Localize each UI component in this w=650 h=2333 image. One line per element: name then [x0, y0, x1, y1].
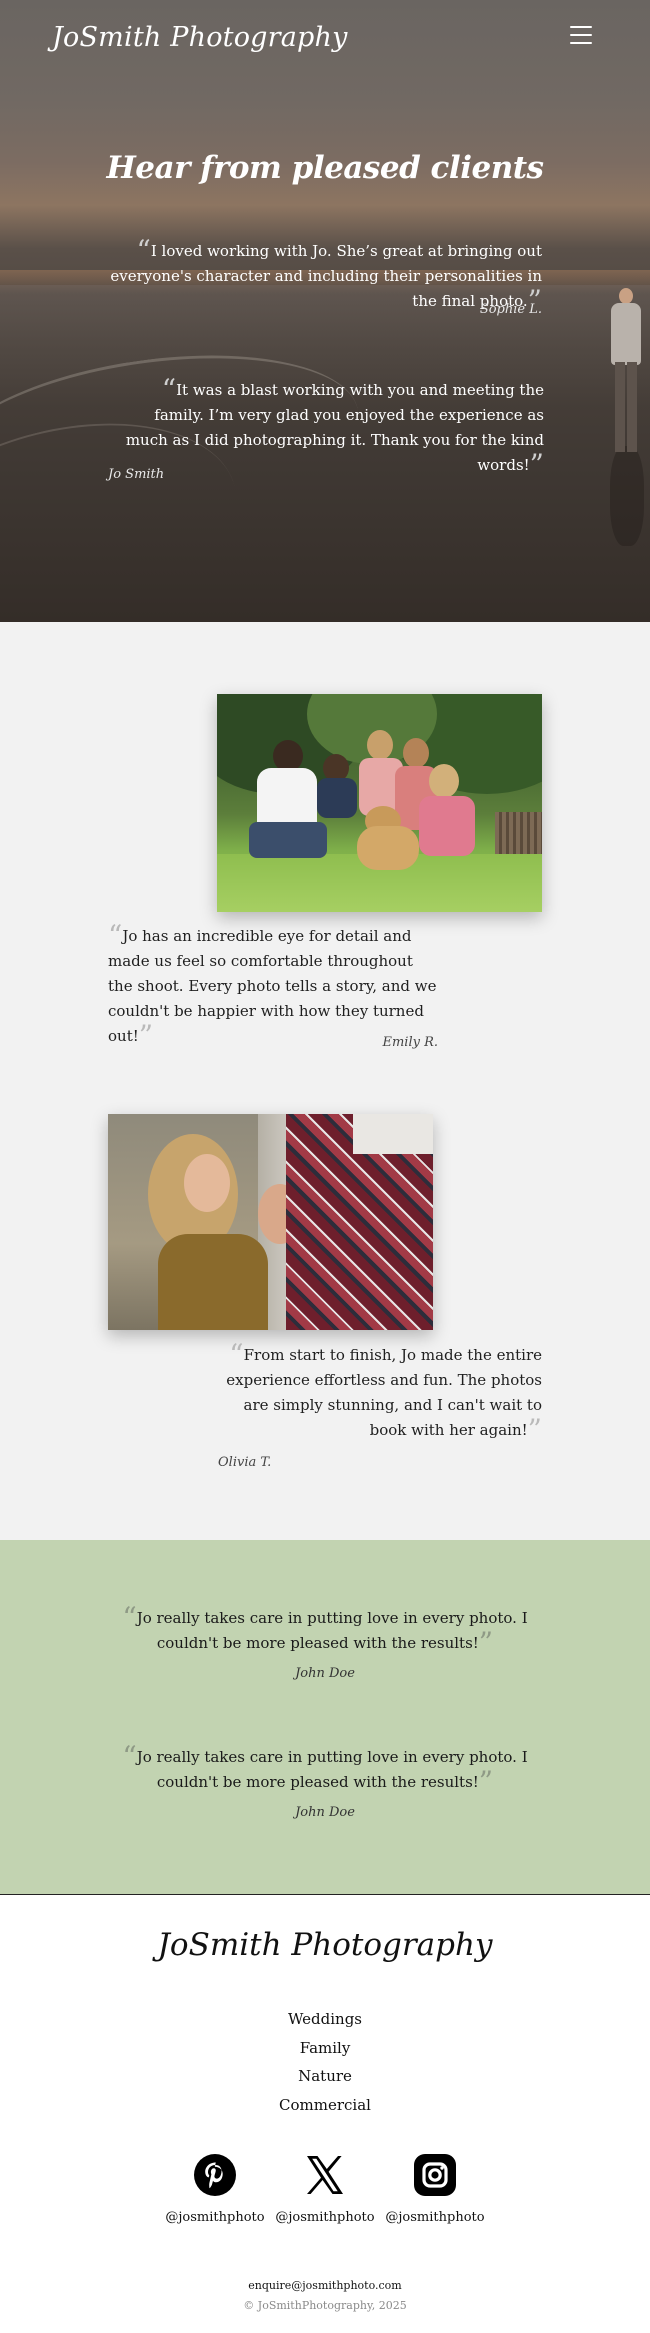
close-quote-icon: ”	[138, 1019, 154, 1052]
close-quote-icon: ”	[478, 1765, 494, 1798]
family-with-dog-photo	[217, 694, 542, 912]
brand-logo[interactable]: JoSmith Photography	[52, 22, 348, 53]
footer-link-family[interactable]: Family	[0, 2034, 650, 2063]
open-quote-icon: “	[122, 1740, 137, 1773]
testimonial-text: From start to finish, Jo made the entire…	[226, 1346, 542, 1439]
testimonial: “From start to finish, Jo made the entir…	[218, 1341, 542, 1471]
x-icon[interactable]	[303, 2153, 347, 2197]
hamburger-menu-icon[interactable]	[570, 26, 592, 44]
green-testimonials-section: “Jo really takes care in putting love in…	[0, 1540, 650, 1895]
testimonial: “Jo really takes care in putting love in…	[95, 1604, 555, 1686]
testimonial: “Jo really takes care in putting love in…	[95, 1743, 555, 1825]
contact-email[interactable]: enquire@josmithphoto.com	[0, 2279, 650, 2292]
testimonial: “It was a blast working with you and mee…	[108, 376, 544, 483]
social-instagram[interactable]: @josmithphoto	[375, 2153, 495, 2225]
close-quote-icon: ”	[478, 1626, 494, 1659]
social-handle: @josmithphoto	[275, 2210, 375, 2225]
testimonial: “I loved working with Jo. She’s great at…	[92, 237, 542, 318]
social-pinterest[interactable]: @josmithphoto	[155, 2153, 275, 2225]
testimonial-text: Jo has an incredible eye for detail and …	[108, 927, 437, 1045]
open-quote-icon: “	[229, 1338, 244, 1371]
social-x[interactable]: @josmithphoto	[265, 2153, 385, 2225]
close-quote-icon: ”	[527, 1413, 542, 1446]
testimonial-text: Jo really takes care in putting love in …	[136, 1609, 528, 1652]
open-quote-icon: “	[122, 1601, 137, 1634]
testimonial-author: Emily R.	[382, 1035, 438, 1050]
footer-link-nature[interactable]: Nature	[0, 2062, 650, 2091]
testimonial-text: It was a blast working with you and meet…	[125, 381, 544, 474]
testimonial-text: Jo really takes care in putting love in …	[136, 1748, 528, 1791]
instagram-icon[interactable]	[413, 2153, 457, 2197]
footer-link-weddings[interactable]: Weddings	[0, 2005, 650, 2034]
close-quote-icon: ”	[529, 448, 544, 481]
footer-brand-logo[interactable]: JoSmith Photography	[0, 1927, 650, 1963]
footer-nav: Weddings Family Nature Commercial	[0, 2005, 650, 2119]
testimonial-author: Sophie L.	[479, 302, 542, 317]
hero-section: JoSmith Photography Hear from pleased cl…	[0, 0, 650, 622]
pinterest-icon[interactable]	[193, 2153, 237, 2197]
testimonial-author: John Doe	[295, 1805, 355, 1820]
page-title: Hear from pleased clients	[106, 150, 544, 186]
footer: JoSmith Photography Weddings Family Natu…	[0, 1895, 650, 2332]
testimonial-author: John Doe	[295, 1666, 355, 1681]
footer-link-commercial[interactable]: Commercial	[0, 2091, 650, 2120]
testimonial-author: Olivia T.	[218, 1455, 272, 1470]
social-handle: @josmithphoto	[165, 2210, 265, 2225]
testimonial: “Jo has an incredible eye for detail and…	[108, 922, 438, 1052]
testimonial-author: Jo Smith	[108, 467, 165, 482]
open-quote-icon: “	[136, 234, 151, 267]
open-quote-icon: “	[161, 373, 177, 406]
photo-testimonials-section: “Jo has an incredible eye for detail and…	[0, 622, 650, 1540]
couple-holding-hands-photo	[108, 1114, 433, 1330]
testimonial-text: I loved working with Jo. She’s great at …	[110, 242, 542, 310]
copyright: © JoSmithPhotography, 2025	[243, 2299, 407, 2312]
walking-person-figure	[606, 288, 646, 546]
open-quote-icon: “	[108, 919, 123, 952]
social-handle: @josmithphoto	[385, 2210, 485, 2225]
